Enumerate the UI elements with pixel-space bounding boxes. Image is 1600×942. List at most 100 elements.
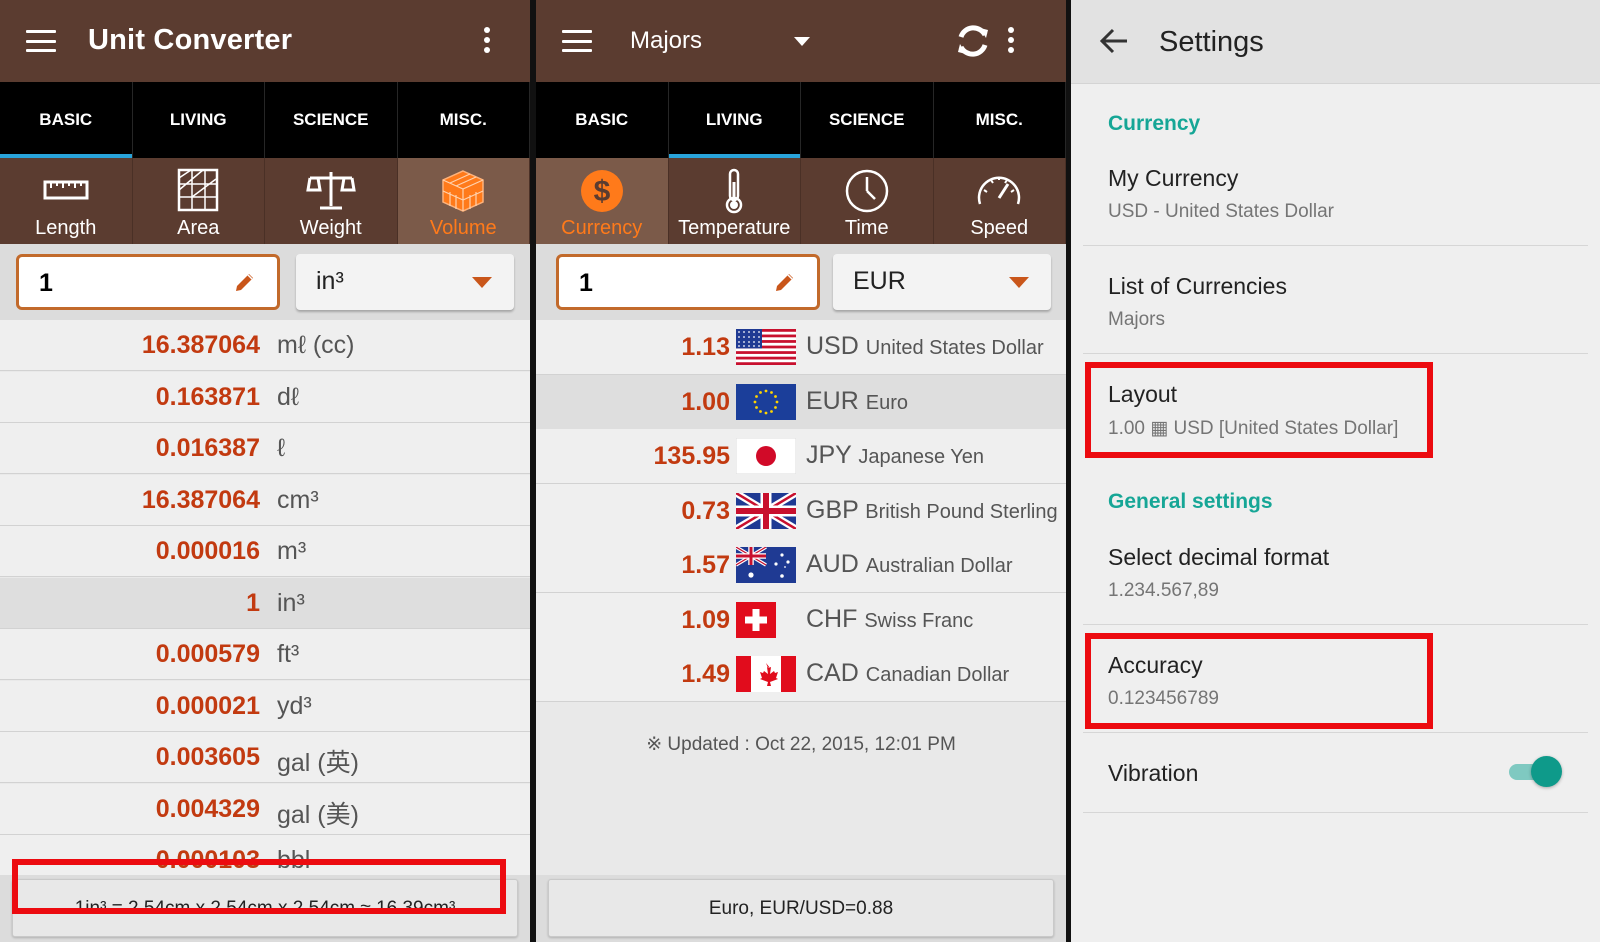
currency-row[interactable]: 135.95 JPY Japanese Yen <box>536 429 1066 484</box>
result-row[interactable]: 0.000579 ft³ <box>0 629 530 680</box>
category-volume[interactable]: Volume <box>397 158 530 244</box>
currency-row[interactable]: 1.09 CHF Swiss Franc <box>536 592 1066 648</box>
result-row[interactable]: 16.387064 cm³ <box>0 474 530 526</box>
dollar-coin-icon: $ <box>580 170 623 212</box>
currency-label: GBP British Pound Sterling <box>806 496 1058 525</box>
dropdown-arrow-icon <box>472 277 492 288</box>
app-bar: Majors <box>536 0 1066 82</box>
rate-value: 135.95 <box>653 442 730 470</box>
tab-basic[interactable]: BASIC <box>536 82 669 158</box>
result-unit: mℓ (cc) <box>277 331 355 359</box>
menu-icon[interactable] <box>562 30 592 52</box>
currency-row[interactable]: 1.13 USD United States Dollar <box>536 320 1066 375</box>
result-unit: m³ <box>277 537 307 565</box>
app-title: Unit Converter <box>88 24 293 56</box>
refresh-icon[interactable] <box>954 22 992 60</box>
result-row[interactable]: 0.004329 gal (美) <box>0 783 530 835</box>
pref-title: My Currency <box>1108 165 1239 191</box>
value-input-text: 1 <box>39 269 53 297</box>
tab-basic[interactable]: BASIC <box>0 82 133 158</box>
currency-row[interactable]: 0.73 GBP British Pound Sterling <box>536 483 1066 539</box>
currency-name: Japanese Yen <box>858 446 985 468</box>
pref-vibration[interactable]: Vibration <box>1108 760 1198 787</box>
input-row: 1 EUR <box>536 244 1066 320</box>
overflow-menu-icon[interactable] <box>484 27 490 55</box>
result-row[interactable]: 0.000021 yd³ <box>0 680 530 732</box>
vibration-toggle[interactable] <box>1509 756 1562 787</box>
tab-living[interactable]: LIVING <box>133 82 265 158</box>
pref-decimal-format[interactable]: Select decimal format 1.234.567,89 <box>1108 544 1329 602</box>
value-input[interactable]: 1 <box>16 254 280 310</box>
currency-row[interactable]: 1.49 CAD Canadian Dollar <box>536 647 1066 702</box>
result-row[interactable]: 1 in³ <box>0 577 530 629</box>
result-value: 16.387064 <box>141 485 260 514</box>
currency-name: Euro <box>865 391 908 414</box>
rate-value: 0.73 <box>681 496 730 525</box>
tab-science[interactable]: SCIENCE <box>265 82 398 158</box>
divider <box>1083 624 1588 625</box>
currency-code: JPY <box>806 441 852 469</box>
currency-code: CAD <box>806 659 859 687</box>
category-bar: Length Area Weight Volume <box>0 158 530 244</box>
au-flag-icon <box>736 547 796 583</box>
menu-icon[interactable] <box>26 30 56 52</box>
settings-app-bar: Settings <box>1071 0 1600 84</box>
pref-title: Select decimal format <box>1108 544 1330 570</box>
category-area[interactable]: Area <box>133 158 265 244</box>
category-time[interactable]: Time <box>801 158 934 244</box>
currency-code: CHF <box>806 604 858 633</box>
input-row: 1 in³ <box>0 244 530 320</box>
currency-row[interactable]: 1.00 EUR Euro <box>536 374 1066 430</box>
rate-info-button[interactable]: Euro, EUR/USD=0.88 <box>548 879 1054 937</box>
result-row[interactable]: 0.003605 gal (英) <box>0 732 530 783</box>
settings-title: Settings <box>1159 26 1264 58</box>
result-unit: yd³ <box>277 691 312 720</box>
unit-dropdown[interactable]: in³ <box>296 254 514 310</box>
toggle-knob <box>1531 756 1562 787</box>
pref-title: Vibration <box>1108 760 1199 786</box>
back-arrow-icon[interactable] <box>1099 28 1129 54</box>
result-row[interactable]: 16.387064 mℓ (cc) <box>0 320 530 371</box>
overflow-menu-icon[interactable] <box>1008 27 1014 55</box>
annotation-highlight <box>12 859 506 914</box>
currency-code: EUR <box>806 386 859 415</box>
tab-misc[interactable]: MISC. <box>398 82 530 158</box>
category-label: Length <box>35 217 97 239</box>
value-input[interactable]: 1 <box>556 254 820 310</box>
pref-summary: Majors <box>1108 309 1166 330</box>
settings-screen: Settings Currency My Currency USD - Unit… <box>1071 0 1600 942</box>
pref-my-currency[interactable]: My Currency USD - United States Dollar <box>1108 165 1334 223</box>
result-row[interactable]: 0.016387 ℓ <box>0 423 530 474</box>
result-row[interactable]: 0.000016 m³ <box>0 526 530 577</box>
speedometer-icon <box>978 176 1021 205</box>
result-value: 0.003605 <box>155 743 260 771</box>
category-length[interactable]: Length <box>0 158 133 244</box>
thermometer-icon <box>726 168 743 214</box>
dropdown-arrow-icon[interactable] <box>794 37 810 46</box>
currency-row[interactable]: 1.57 AUD Australian Dollar <box>536 538 1066 593</box>
category-weight[interactable]: Weight <box>265 158 398 244</box>
rate-value: 1.00 <box>681 387 730 416</box>
pref-list-of-currencies[interactable]: List of Currencies Majors <box>1108 273 1287 331</box>
result-value: 0.004329 <box>155 794 260 823</box>
currency-dropdown-value: EUR <box>853 267 906 295</box>
category-temperature[interactable]: Temperature <box>669 158 801 244</box>
category-currency[interactable]: $ Currency <box>536 158 669 244</box>
currency-dropdown[interactable]: EUR <box>833 254 1051 310</box>
currency-list-selector[interactable]: Majors <box>630 27 702 55</box>
category-label: Currency <box>561 217 643 239</box>
category-label: Speed <box>970 217 1029 239</box>
result-value: 0.163871 <box>155 382 260 411</box>
tab-science[interactable]: SCIENCE <box>801 82 934 158</box>
result-row[interactable]: 0.163871 dℓ <box>0 371 530 423</box>
result-unit: cm³ <box>277 485 319 514</box>
tab-living[interactable]: LIVING <box>668 82 801 158</box>
pencil-icon[interactable] <box>233 270 257 294</box>
category-bar: $ Currency Temperature Time Speed <box>536 158 1066 244</box>
pencil-icon[interactable] <box>773 270 797 294</box>
category-speed[interactable]: Speed <box>934 158 1066 244</box>
category-group-tabs: BASIC LIVING SCIENCE MISC. <box>536 82 1066 158</box>
tab-misc[interactable]: MISC. <box>934 82 1066 158</box>
currency-label: JPY Japanese Yen <box>806 441 984 470</box>
divider <box>1083 245 1588 246</box>
